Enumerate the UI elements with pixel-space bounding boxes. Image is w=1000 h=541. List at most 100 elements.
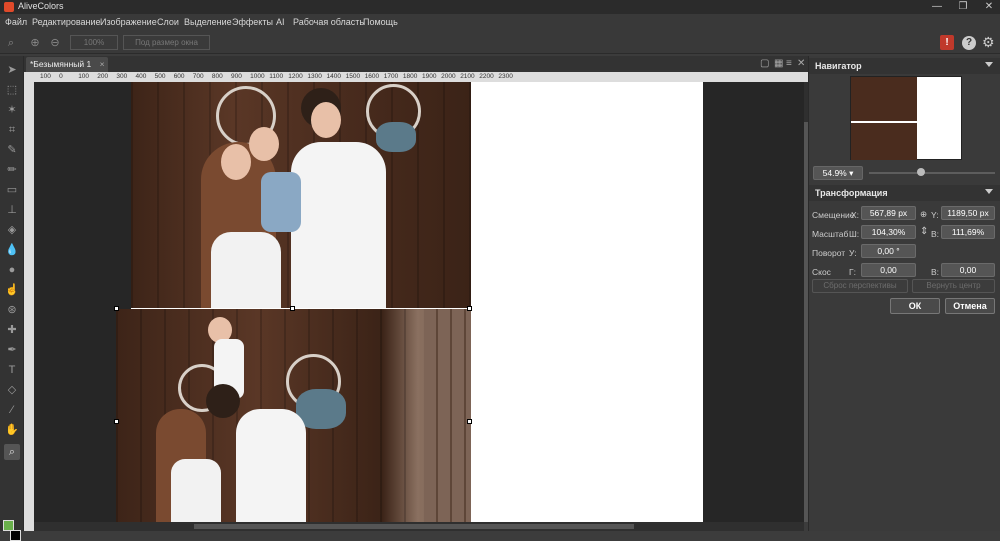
help-icon[interactable]: ? [962,36,976,50]
transform-handle-top[interactable] [290,306,295,311]
stamp-tool-icon[interactable]: ⊥ [4,202,20,218]
pencil-tool-icon[interactable]: ✏ [4,162,20,178]
ruler-tick-label: 700 [192,73,204,80]
ruler-tick-label: 500 [154,73,166,80]
zoom-100-button[interactable]: 100% [70,35,118,50]
magic-wand-tool-icon[interactable]: ✶ [4,102,20,118]
tile-windows-icon[interactable]: ▦ [774,58,783,69]
return-center-button[interactable]: Вернуть центр [912,279,995,293]
skew-horizontal-field[interactable]: 0,00 [861,263,916,277]
menu-file[interactable]: Файл [5,17,27,27]
ruler-tick-label: 1400 [326,73,341,80]
transform-header[interactable]: Трансформация [809,185,1000,201]
ruler-tick-label: 1900 [422,73,437,80]
rotate-u-label: У: [849,248,857,258]
vertical-ruler [24,82,34,531]
horizontal-scroll-thumb[interactable] [194,524,634,529]
navigator-zoom-select[interactable]: 54.9% ▾ [813,166,863,180]
ruler-tick-label: 2200 [479,73,494,80]
fit-window-button[interactable]: Под размер окна [123,35,210,50]
ruler-tick-label: 800 [211,73,223,80]
transform-handle-right[interactable] [467,419,472,424]
retouch-tool-icon[interactable]: ⊛ [4,302,20,318]
menu-workspace[interactable]: Рабочая область [293,17,364,27]
ruler-tick-label: 2300 [498,73,513,80]
reset-perspective-button[interactable]: Сброс перспективы [812,279,908,293]
ruler-tick-label: 1700 [383,73,399,80]
tabs-menu-icon[interactable]: ≡ [786,58,792,69]
pen-tool-icon[interactable]: ✒ [4,342,20,358]
eyedropper-tool-icon[interactable]: ⁄ [4,402,20,418]
menu-ai[interactable]: AI [276,17,285,27]
document-tab-close-icon[interactable]: × [100,59,105,69]
navigator-thumbnail[interactable] [850,76,962,160]
link-scale-icon[interactable]: ⇕ [920,226,928,237]
minimize-button[interactable]: — [926,0,948,14]
menu-edit[interactable]: Редактирование [32,17,101,27]
background-color-swatch[interactable] [10,530,21,541]
heal-tool-icon[interactable]: ✚ [4,322,20,338]
navigator-title: Навигатор [815,61,862,71]
notification-icon[interactable]: ! [940,35,954,50]
document-canvas[interactable] [114,82,703,522]
tools-panel: ➤ ⬚ ✶ ⌗ ✎ ✏ ▭ ⊥ ◈ 💧 ● ☝ ⊛ ✚ ✒ T ◇ ⁄ ✋ ⌕ [0,56,24,541]
close-window-button[interactable]: ✕ [978,0,1000,14]
transform-handle-left[interactable] [114,419,119,424]
dodge-tool-icon[interactable]: ● [4,262,20,278]
menu-image[interactable]: Изображение [100,17,157,27]
offset-y-field[interactable]: 1189,50 px [941,206,995,220]
ruler-tick-label: 200 [97,73,109,80]
fill-tool-icon[interactable]: ◈ [4,222,20,238]
zoom-tool-icon: ⌕ [7,37,15,49]
canvas-area[interactable] [34,82,804,522]
zoom-tool-active-icon[interactable]: ⌕ [4,444,20,460]
ok-button[interactable]: ОК [890,298,940,314]
marquee-tool-icon[interactable]: ⬚ [4,82,20,98]
zoom-out-icon[interactable]: ⊖ [48,36,62,50]
family-photo-bottom[interactable] [116,309,471,522]
ruler-tick-label: 100 [40,73,51,80]
smudge-tool-icon[interactable]: ☝ [4,282,20,298]
menu-selection[interactable]: Выделение [184,17,232,27]
settings-gear-icon[interactable]: ⚙ [982,34,995,51]
menu-help[interactable]: Помощь [363,17,398,27]
navigator-header[interactable]: Навигатор [809,58,1000,74]
menu-effects[interactable]: Эффекты [232,17,273,27]
hand-tool-icon[interactable]: ✋ [4,422,20,438]
document-tab[interactable]: *Безымянный 1 × [26,57,108,72]
maximize-button[interactable]: ❐ [952,0,974,14]
ruler-tick-label: 2000 [441,73,456,80]
transform-handle-top-left[interactable] [114,306,119,311]
shape-tool-icon[interactable]: ◇ [4,382,20,398]
cancel-button[interactable]: Отмена [945,298,995,314]
close-document-icon[interactable]: ✕ [797,58,805,69]
ruler-tick-label: 0 [59,73,63,80]
blur-tool-icon[interactable]: 💧 [4,242,20,258]
skew-vertical-field[interactable]: 0,00 [941,263,995,277]
transform-handle-top-right[interactable] [467,306,472,311]
ruler-tick-label: 400 [135,73,147,80]
ruler-tick-label: 1500 [345,73,361,80]
offset-x-field[interactable]: 567,89 px [861,206,916,220]
family-photo-top[interactable] [131,82,471,308]
menu-layers[interactable]: Слои [157,17,179,27]
brush-tool-icon[interactable]: ✎ [4,142,20,158]
eraser-tool-icon[interactable]: ▭ [4,182,20,198]
horizontal-scrollbar[interactable] [34,522,804,531]
scale-width-field[interactable]: 104,30% [861,225,916,239]
scale-w-label: Ш: [849,229,860,239]
crop-tool-icon[interactable]: ⌗ [4,122,20,138]
move-tool-icon[interactable]: ➤ [4,62,20,78]
transform-collapse-icon[interactable] [985,189,993,194]
navigator-collapse-icon[interactable] [985,62,993,67]
skew-v-label: В: [931,267,940,277]
rotate-field[interactable]: 0,00 ° [861,244,916,258]
link-offset-icon[interactable]: ⊕ [920,209,927,220]
navigator-zoom-knob[interactable] [917,168,925,176]
new-document-icon[interactable]: ▢ [760,58,769,69]
text-tool-icon[interactable]: T [4,362,20,378]
navigator-zoom-slider[interactable] [869,172,995,174]
scale-height-field[interactable]: 111,69% [941,225,995,239]
zoom-in-icon[interactable]: ⊕ [28,36,42,50]
ruler-tick-label: 600 [173,73,185,80]
